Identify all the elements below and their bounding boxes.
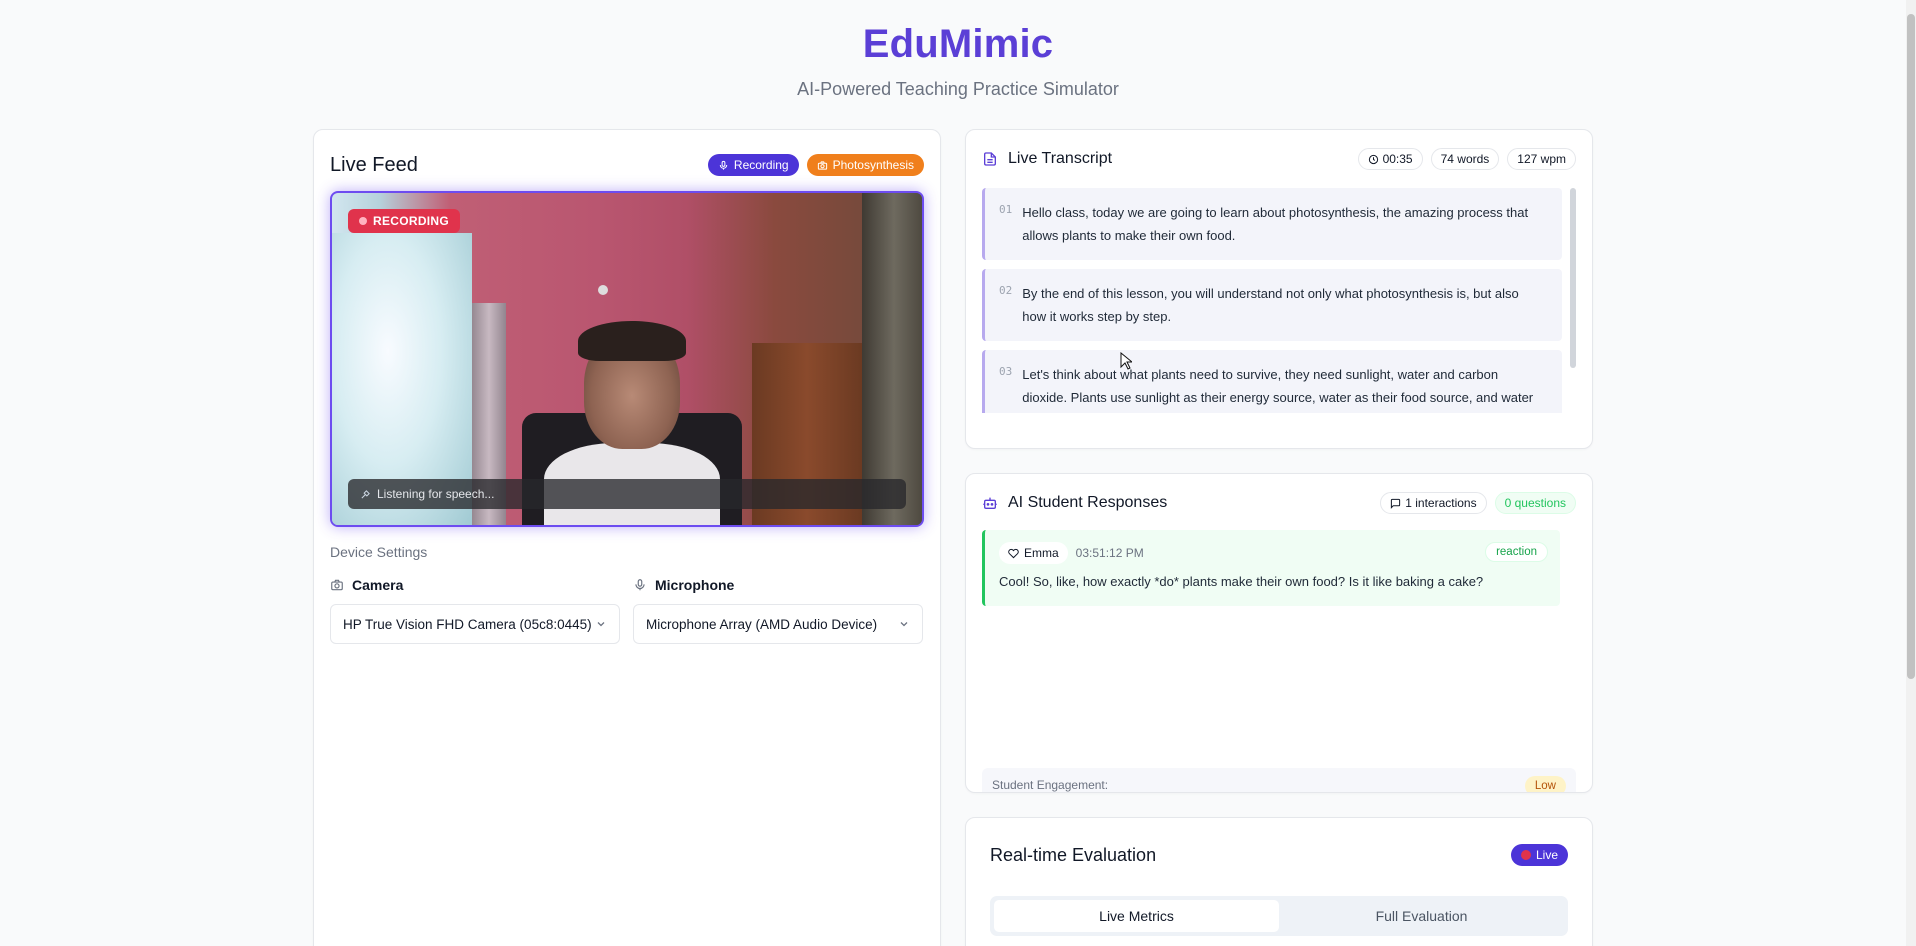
microphone-icon xyxy=(635,579,645,591)
duration-value: 00:35 xyxy=(1382,152,1413,166)
transcript-scrollbar[interactable] xyxy=(1570,188,1576,368)
engagement-bar: Student Engagement: Low xyxy=(982,768,1576,792)
student-responses-card: AI Student Responses 1 interactions 0 qu… xyxy=(965,473,1593,793)
clock-icon xyxy=(1368,154,1378,164)
tab-live-metrics[interactable]: Live Metrics xyxy=(994,900,1279,932)
recording-badge-label: RECORDING xyxy=(373,214,450,228)
camera-label: Camera xyxy=(352,577,404,593)
robot-icon xyxy=(983,497,997,509)
live-feed-header: Live Feed Recording Photosynthesis xyxy=(330,150,924,180)
live-badge-label: Live xyxy=(1535,848,1558,862)
interactions-stat: 1 interactions xyxy=(1380,492,1487,514)
transcript-item: 01 Hello class, today we are going to le… xyxy=(982,188,1562,260)
page-scrollbar-thumb[interactable] xyxy=(1907,14,1915,679)
microphone-setting: Microphone Microphone Array (AMD Audio D… xyxy=(633,576,923,644)
transcript-item-text: Hello class, today we are going to learn… xyxy=(1022,205,1529,243)
video-person-hair xyxy=(578,321,686,361)
recording-chip-label: Recording xyxy=(733,158,789,172)
questions-stat: 0 questions xyxy=(1494,492,1576,514)
chevron-down-icon xyxy=(900,622,908,627)
transcript-item-number: 02 xyxy=(999,284,1013,297)
camera-icon xyxy=(817,160,827,170)
student-name: Emma xyxy=(1024,546,1059,560)
evaluation-card: Real-time Evaluation Live Live Metrics F… xyxy=(965,817,1593,946)
mouse-cursor-icon xyxy=(1120,352,1132,370)
heart-icon xyxy=(1008,548,1019,558)
recording-badge: RECORDING xyxy=(348,209,461,233)
camera-setting: Camera HP True Vision FHD Camera (05c8:0… xyxy=(330,576,620,644)
listening-status: Listening for speech... xyxy=(348,479,906,509)
transcript-item: 03 Let's think about what plants need to… xyxy=(982,350,1562,413)
video-shelf xyxy=(862,193,922,525)
transcript-item-text: Let's think about what plants need to su… xyxy=(1022,367,1534,405)
recording-dot-icon xyxy=(359,217,367,225)
topic-chip-label: Photosynthesis xyxy=(832,158,914,172)
duration-stat: 00:35 xyxy=(1357,148,1423,170)
transcript-item-number: 03 xyxy=(999,365,1013,378)
device-settings-label: Device Settings xyxy=(330,544,428,560)
transcript-item-text: By the end of this lesson, you will unde… xyxy=(1022,286,1519,324)
page-scrollbar[interactable] xyxy=(1906,0,1916,946)
webcam-video: RECORDING Listening for speech... xyxy=(330,191,924,527)
engagement-badge: Low xyxy=(1524,776,1566,792)
camera-select-value: HP True Vision FHD Camera (05c8:0445) xyxy=(343,616,592,632)
transcript-list[interactable]: 01 Hello class, today we are going to le… xyxy=(982,188,1576,413)
listening-status-label: Listening for speech... xyxy=(377,487,495,501)
student-response-item: Emma 03:51:12 PM reaction Cool! So, like… xyxy=(982,530,1560,606)
tab-full-evaluation[interactable]: Full Evaluation xyxy=(1279,900,1564,932)
engagement-label: Student Engagement: xyxy=(992,778,1109,792)
chevron-down-icon xyxy=(597,622,605,627)
word-count-stat: 74 words xyxy=(1430,148,1500,170)
video-wall-dot xyxy=(598,285,608,295)
app-title: EduMimic xyxy=(862,22,1054,66)
page-header: EduMimic AI-Powered Teaching Practice Si… xyxy=(0,0,1916,100)
interactions-value: 1 interactions xyxy=(1405,496,1477,510)
student-response-time: 03:51:12 PM xyxy=(1075,546,1144,560)
live-transcript-card: Live Transcript 00:35 74 words 127 wpm 0… xyxy=(965,129,1593,449)
transcript-title: Live Transcript xyxy=(1008,150,1113,167)
student-name-chip: Emma xyxy=(999,542,1068,564)
microphone-select-value: Microphone Array (AMD Audio Device) xyxy=(646,616,878,632)
student-response-text: Cool! So, like, how exactly *do* plants … xyxy=(999,574,1484,589)
microphone-icon xyxy=(719,160,728,170)
evaluation-tabs: Live Metrics Full Evaluation xyxy=(990,896,1568,936)
transcript-item-number: 01 xyxy=(999,203,1013,216)
live-dot-icon xyxy=(1520,850,1531,860)
response-type-badge: reaction xyxy=(1485,542,1548,562)
students-title: AI Student Responses xyxy=(1008,494,1168,511)
live-feed-title: Live Feed xyxy=(330,153,418,176)
camera-select[interactable]: HP True Vision FHD Camera (05c8:0445) xyxy=(330,604,620,644)
microphone-label: Microphone xyxy=(655,577,735,593)
document-icon xyxy=(984,152,996,166)
app-subtitle: AI-Powered Teaching Practice Simulator xyxy=(797,79,1119,99)
chat-icon xyxy=(1391,498,1401,509)
microphone-small-icon xyxy=(361,489,370,499)
live-feed-card: Live Feed Recording Photosynthesis RECOR… xyxy=(313,129,941,946)
live-badge: Live xyxy=(1510,844,1568,866)
microphone-select[interactable]: Microphone Array (AMD Audio Device) xyxy=(633,604,923,644)
evaluation-title: Real-time Evaluation xyxy=(990,844,1157,865)
recording-chip: Recording xyxy=(707,154,799,176)
topic-chip: Photosynthesis xyxy=(806,154,924,176)
transcript-item: 02 By the end of this lesson, you will u… xyxy=(982,269,1562,341)
camera-icon xyxy=(331,579,343,591)
wpm-stat: 127 wpm xyxy=(1507,148,1576,170)
